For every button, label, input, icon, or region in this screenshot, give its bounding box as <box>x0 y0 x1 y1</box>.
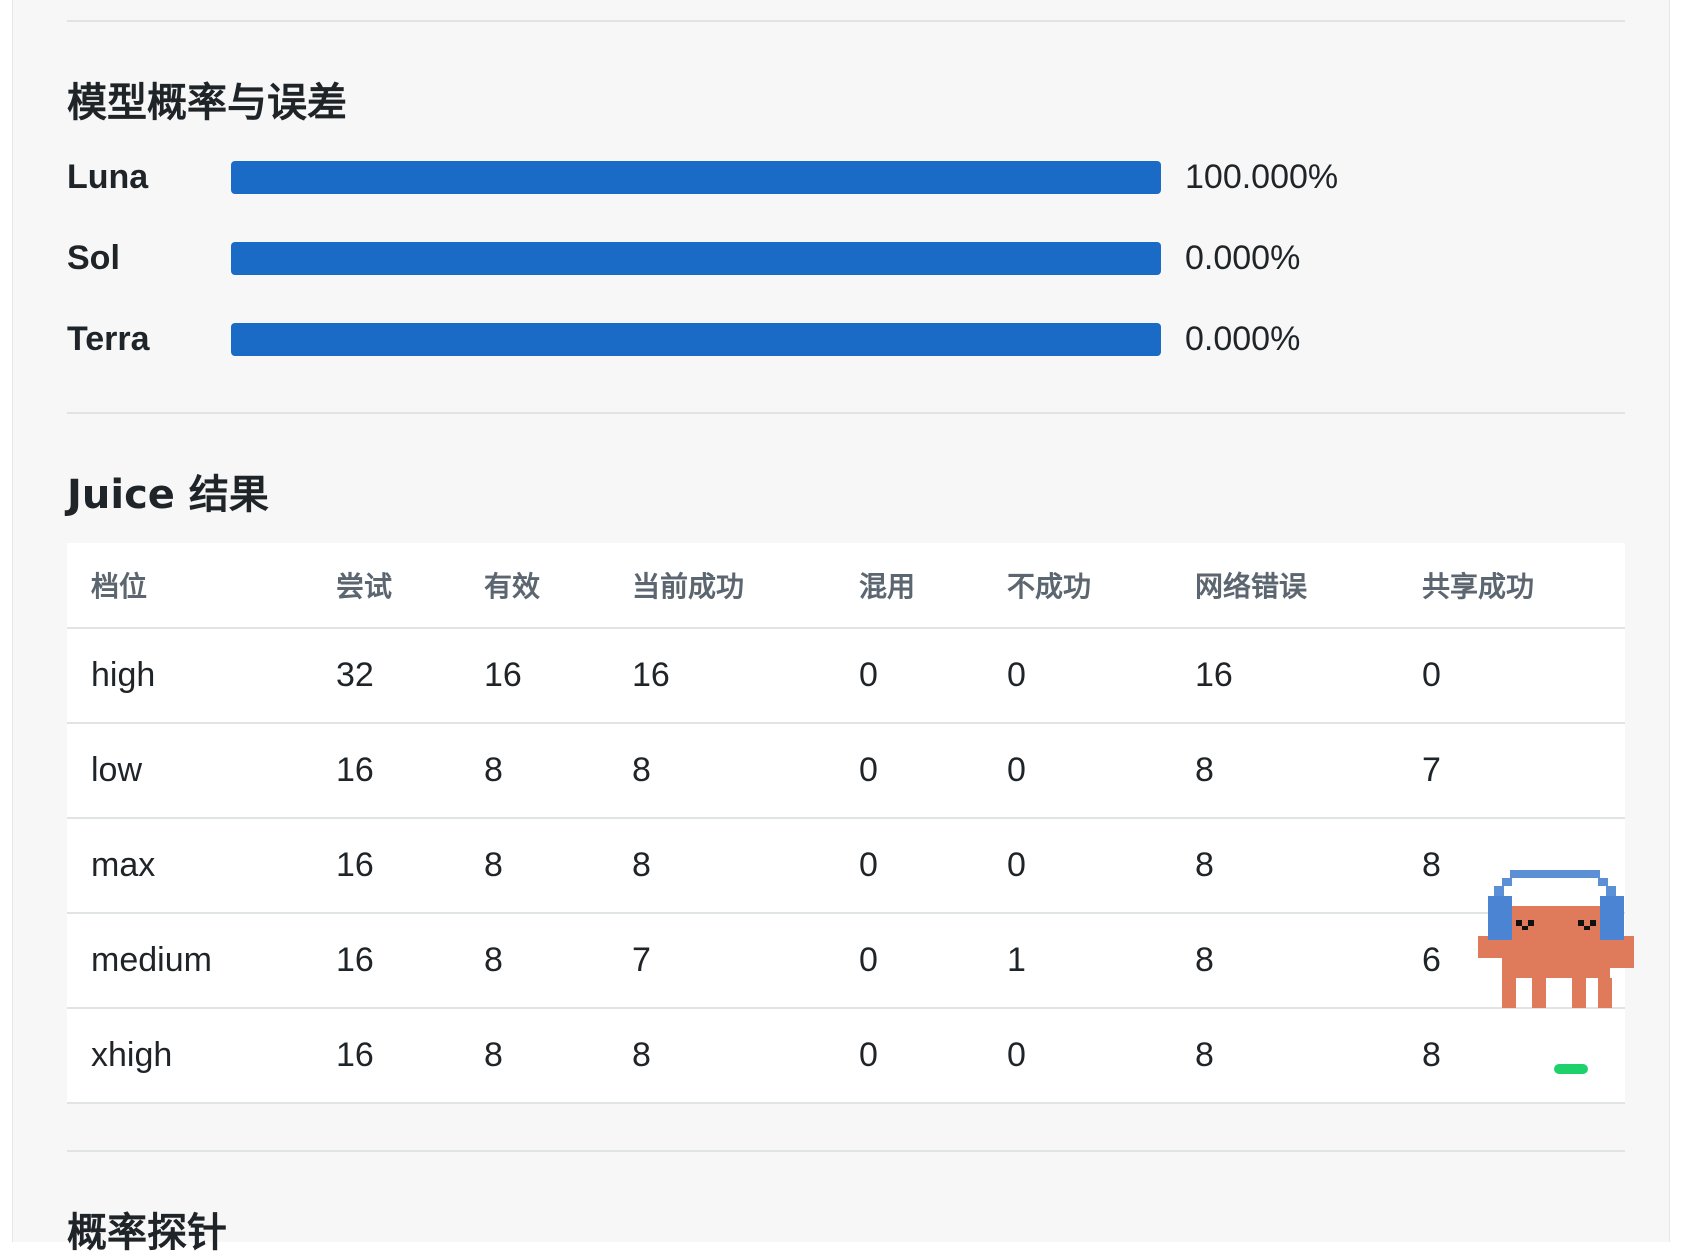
table-cell: 16 <box>312 1008 460 1104</box>
table-cell: 0 <box>983 1008 1171 1104</box>
table-cell: 7 <box>608 913 835 1009</box>
table-cell: 8 <box>1171 1008 1398 1104</box>
column-header-tier: 档位 <box>67 543 312 629</box>
probability-bar <box>231 161 1161 194</box>
table-cell: max <box>67 818 312 914</box>
table-cell: 0 <box>835 913 983 1009</box>
probability-value: 100.000% <box>1185 158 1339 196</box>
table-cell: 0 <box>835 1008 983 1104</box>
table-cell: 0 <box>983 628 1171 724</box>
table-header-row: 档位 尝试 有效 当前成功 混用 不成功 网络错误 共享成功 <box>67 543 1625 629</box>
probability-bar-fill <box>231 161 1161 194</box>
table-cell: 0 <box>1398 628 1625 724</box>
table-cell: 16 <box>608 628 835 724</box>
table-cell: 8 <box>460 1008 608 1104</box>
table-cell: 8 <box>460 818 608 914</box>
table-cell: 32 <box>312 628 460 724</box>
status-indicator <box>1554 1064 1588 1074</box>
table-cell: 16 <box>460 628 608 724</box>
table-cell: 8 <box>608 1008 835 1104</box>
table-cell: 7 <box>1398 723 1625 819</box>
content-panel: 模型概率与误差 Luna 100.000% Sol 0.000% Terra 0… <box>12 0 1670 1256</box>
column-header-network-error: 网络错误 <box>1171 543 1398 629</box>
table-row: max 16 8 8 0 0 8 8 <box>67 818 1625 914</box>
table-cell: 16 <box>312 913 460 1009</box>
table-cell: 8 <box>1171 913 1398 1009</box>
probability-value: 0.000% <box>1185 239 1301 277</box>
section-title-model-probability: 模型概率与误差 <box>67 80 347 126</box>
section-title-probability-probe: 概率探针 <box>67 1210 227 1256</box>
table-cell: 16 <box>1171 628 1398 724</box>
table-cell: 16 <box>312 723 460 819</box>
table-cell: high <box>67 628 312 724</box>
table-cell: 8 <box>460 913 608 1009</box>
column-header-mixed: 混用 <box>835 543 983 629</box>
table-cell: 0 <box>983 723 1171 819</box>
table-cell: 8 <box>460 723 608 819</box>
table-row: low 16 8 8 0 0 8 7 <box>67 723 1625 819</box>
probability-bar <box>231 323 1161 356</box>
divider <box>67 412 1625 414</box>
table-row: xhigh 16 8 8 0 0 8 8 <box>67 1008 1625 1104</box>
divider <box>67 1150 1625 1152</box>
column-header-attempts: 尝试 <box>312 543 460 629</box>
model-label: Terra <box>67 320 150 358</box>
pixel-octopus-headphones-icon[interactable] <box>1474 868 1654 1028</box>
model-label: Luna <box>67 158 149 196</box>
table-cell: 8 <box>608 723 835 819</box>
table-cell: 0 <box>835 628 983 724</box>
model-row-luna: Luna 100.000% <box>67 157 1367 197</box>
table-cell: 8 <box>608 818 835 914</box>
table-cell: 8 <box>1171 723 1398 819</box>
table-cell: medium <box>67 913 312 1009</box>
table-row: medium 16 8 7 0 1 8 6 <box>67 913 1625 1009</box>
column-header-current-success: 当前成功 <box>608 543 835 629</box>
table-cell: 16 <box>312 818 460 914</box>
table-row: high 32 16 16 0 0 16 0 <box>67 628 1625 724</box>
section-title-juice-results: Juice 结果 <box>67 472 269 518</box>
table-cell: 0 <box>835 818 983 914</box>
model-row-terra: Terra 0.000% <box>67 319 1367 359</box>
probability-value: 0.000% <box>1185 320 1301 358</box>
model-label: Sol <box>67 239 120 277</box>
table-cell: low <box>67 723 312 819</box>
model-row-sol: Sol 0.000% <box>67 238 1367 278</box>
table-cell: 1 <box>983 913 1171 1009</box>
column-header-shared-success: 共享成功 <box>1398 543 1625 629</box>
probability-bar <box>231 242 1161 275</box>
table-cell: 0 <box>983 818 1171 914</box>
juice-results-table: 档位 尝试 有效 当前成功 混用 不成功 网络错误 共享成功 high 32 1… <box>67 543 1625 1104</box>
table-cell: 8 <box>1171 818 1398 914</box>
divider <box>67 20 1625 22</box>
table-cell: xhigh <box>67 1008 312 1104</box>
column-header-failed: 不成功 <box>983 543 1171 629</box>
table-cell: 0 <box>835 723 983 819</box>
column-header-valid: 有效 <box>460 543 608 629</box>
